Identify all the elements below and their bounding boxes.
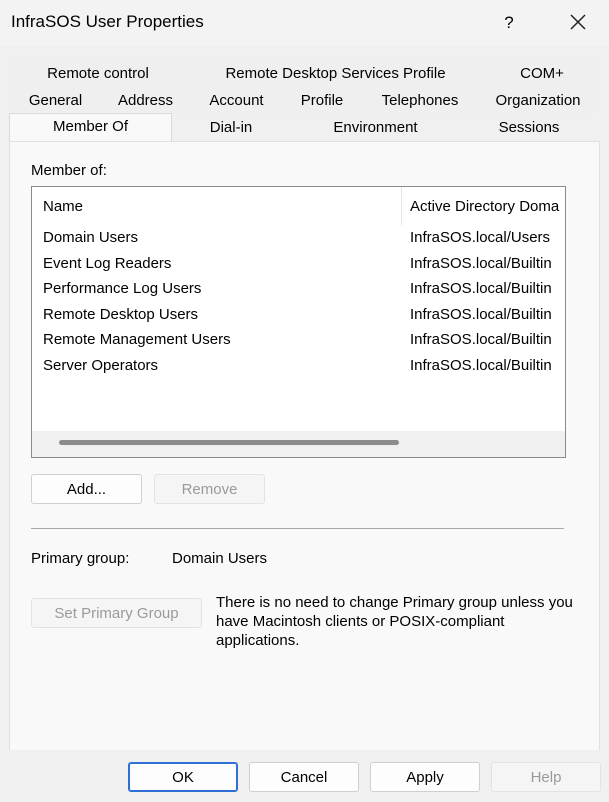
row-folder: InfraSOS.local/Builtin [410, 357, 552, 374]
member-of-list[interactable]: Name Active Directory Doma Domain Users … [31, 186, 566, 458]
primary-group-value: Domain Users [172, 550, 268, 567]
table-row[interactable]: Remote Management Users InfraSOS.local/B… [32, 327, 565, 353]
row-name: Domain Users [43, 229, 139, 246]
row-name: Event Log Readers [43, 255, 172, 272]
ok-button[interactable]: OK [128, 762, 238, 792]
window-title: InfraSOS User Properties [11, 12, 204, 31]
table-row[interactable]: Remote Desktop Users InfraSOS.local/Buil… [32, 302, 565, 328]
row-name: Server Operators [43, 357, 159, 374]
row-name: Performance Log Users [43, 280, 202, 297]
help-button[interactable]: Help [491, 762, 601, 792]
row-folder: InfraSOS.local/Builtin [410, 306, 552, 323]
tab-environment[interactable]: Environment [292, 114, 459, 141]
tab-dial-in[interactable]: Dial-in [170, 114, 292, 141]
tab-remote-control[interactable]: Remote control [11, 60, 185, 87]
column-header-folder[interactable]: Active Directory Doma [410, 198, 559, 215]
tab-address[interactable]: Address [99, 87, 192, 114]
row-name: Remote Desktop Users [43, 306, 199, 323]
remove-button[interactable]: Remove [154, 474, 265, 504]
row-folder: InfraSOS.local/Builtin [410, 331, 552, 348]
tab-organization[interactable]: Organization [477, 87, 599, 114]
table-row[interactable]: Event Log Readers InfraSOS.local/Builtin [32, 251, 565, 277]
table-row[interactable]: Domain Users InfraSOS.local/Users [32, 225, 565, 251]
cancel-button[interactable]: Cancel [249, 762, 359, 792]
column-separator[interactable] [401, 187, 402, 225]
table-row[interactable]: Performance Log Users InfraSOS.local/Bui… [32, 276, 565, 302]
row-folder: InfraSOS.local/Users [410, 229, 551, 246]
row-folder: InfraSOS.local/Builtin [410, 280, 552, 297]
tab-telephones[interactable]: Telephones [363, 87, 477, 114]
set-primary-group-button[interactable]: Set Primary Group [31, 598, 202, 628]
tab-com-plus[interactable]: COM+ [486, 60, 598, 87]
tab-remote-desktop-services-profile[interactable]: Remote Desktop Services Profile [185, 60, 486, 87]
row-folder: InfraSOS.local/Builtin [410, 255, 552, 272]
close-icon[interactable] [562, 8, 594, 38]
tab-member-of[interactable]: Member Of [9, 113, 172, 143]
divider [31, 528, 564, 529]
primary-group-note: There is no need to change Primary group… [216, 594, 573, 649]
question-mark-icon[interactable]: ? [496, 10, 522, 36]
column-header-name[interactable]: Name [43, 198, 83, 215]
table-row[interactable]: Server Operators InfraSOS.local/Builtin [32, 353, 565, 379]
tab-account[interactable]: Account [192, 87, 281, 114]
tab-sessions[interactable]: Sessions [459, 114, 599, 141]
primary-group-label: Primary group: [31, 550, 130, 567]
add-button[interactable]: Add... [31, 474, 142, 504]
tab-general[interactable]: General [12, 87, 99, 114]
horizontal-scrollbar[interactable] [32, 431, 565, 457]
tab-profile[interactable]: Profile [281, 87, 363, 114]
row-name: Remote Management Users [43, 331, 231, 348]
apply-button[interactable]: Apply [370, 762, 480, 792]
scrollbar-thumb[interactable] [59, 440, 399, 445]
member-of-label: Member of: [31, 162, 107, 179]
